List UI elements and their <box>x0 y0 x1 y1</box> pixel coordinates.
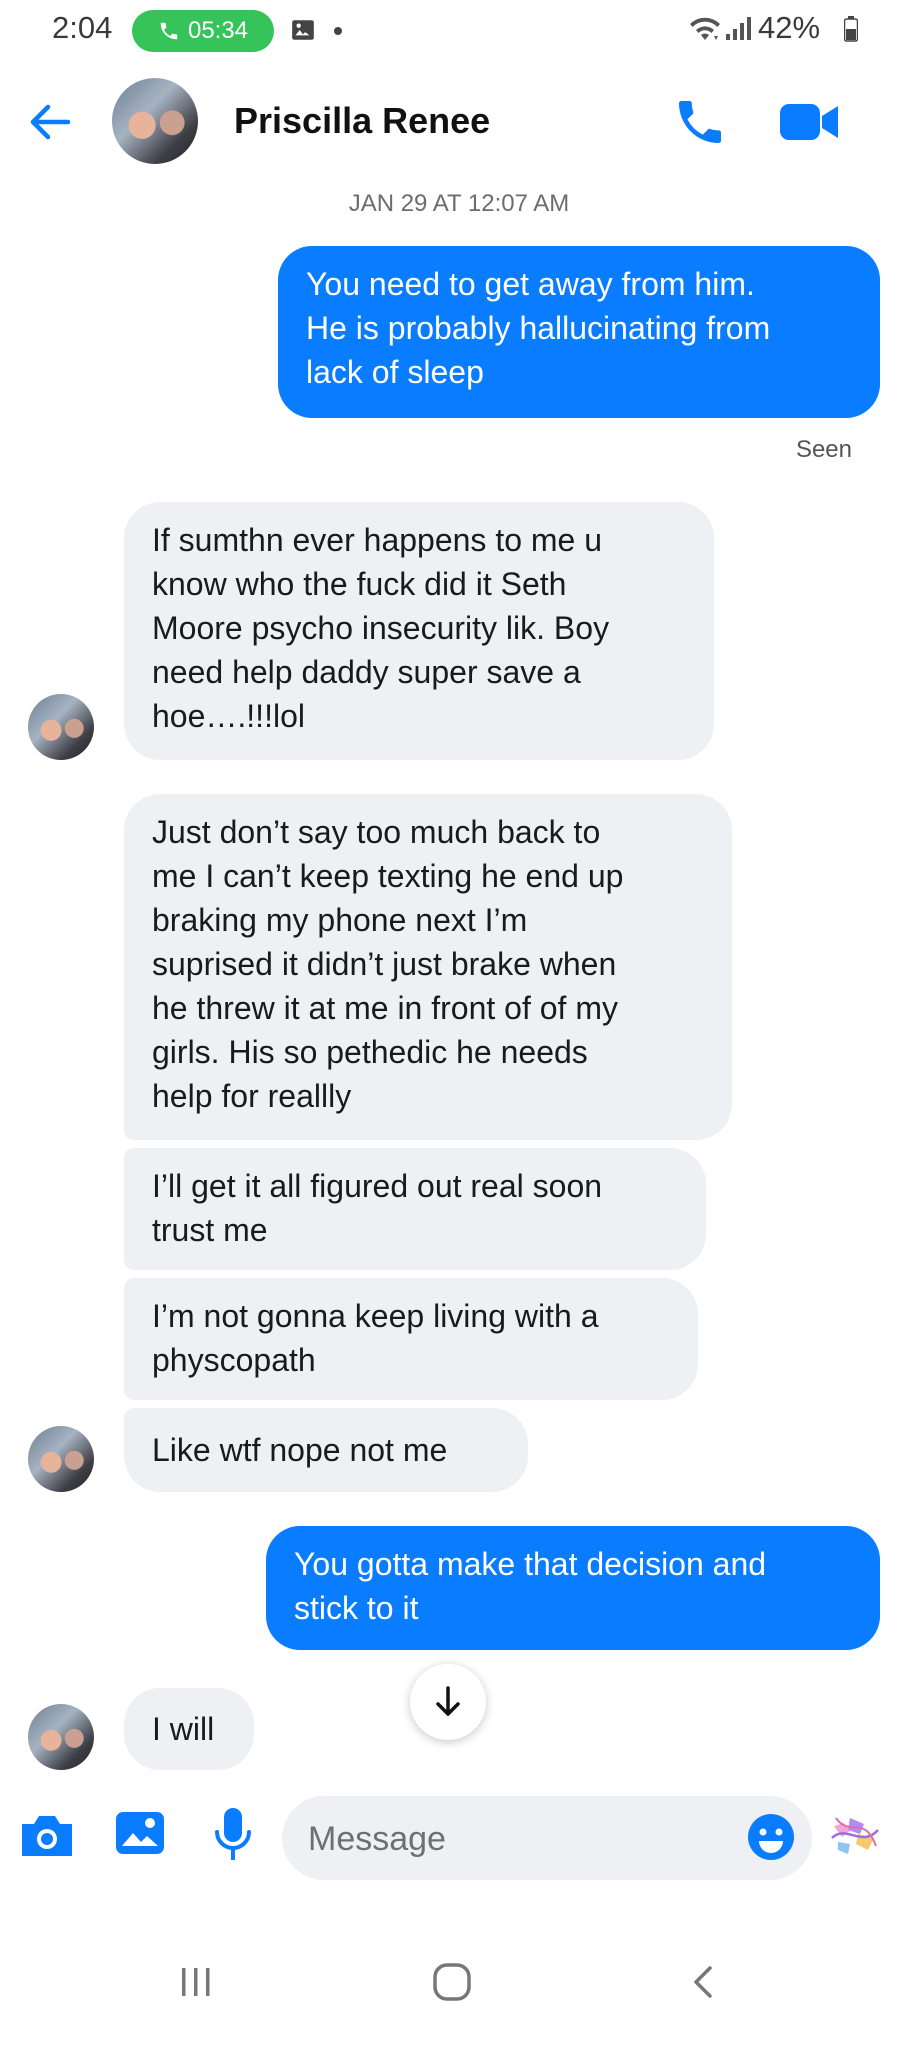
sender-avatar[interactable] <box>28 1426 94 1492</box>
sticker-icon[interactable] <box>828 1808 882 1860</box>
sent-message-bubble[interactable]: You gotta make that decision and stick t… <box>266 1526 880 1650</box>
message-composer[interactable] <box>282 1796 812 1882</box>
nav-back-icon[interactable] <box>688 1962 718 2002</box>
sender-avatar[interactable] <box>28 1704 94 1770</box>
message-input[interactable] <box>306 1796 730 1882</box>
battery-percent: 42% <box>758 10 821 45</box>
arrow-down-icon <box>436 1686 460 1716</box>
scroll-to-bottom-button[interactable] <box>410 1664 486 1740</box>
home-icon[interactable] <box>430 1960 474 2004</box>
sent-message-bubble[interactable]: You need to get away from him. He is pro… <box>278 246 880 418</box>
phone-icon <box>160 22 178 40</box>
image-icon[interactable] <box>114 1808 166 1858</box>
ongoing-call-pill[interactable]: 05:34 <box>132 10 274 52</box>
sender-avatar[interactable] <box>28 694 94 760</box>
emoji-icon[interactable] <box>746 1812 796 1862</box>
status-time: 2:04 <box>52 10 113 45</box>
received-message-bubble[interactable]: Like wtf nope not me <box>124 1408 528 1492</box>
received-message-bubble[interactable]: I’ll get it all figured out real soon tr… <box>124 1148 706 1270</box>
back-arrow-icon[interactable] <box>24 96 76 148</box>
voice-call-icon[interactable] <box>672 94 728 150</box>
notification-dot-icon <box>334 27 342 35</box>
signal-icon <box>726 17 751 40</box>
recent-apps-icon[interactable] <box>176 1962 216 2002</box>
microphone-icon[interactable] <box>212 1806 254 1864</box>
received-message-bubble[interactable]: I’m not gonna keep living with a physcop… <box>124 1278 698 1400</box>
received-message-bubble[interactable]: If sumthn ever happens to me u know who … <box>124 502 714 760</box>
conversation-timestamp: JAN 29 AT 12:07 AM <box>348 190 570 217</box>
camera-icon[interactable] <box>18 1812 76 1860</box>
received-message-bubble[interactable]: Just don’t say too much back to me I can… <box>124 794 732 1140</box>
contact-avatar[interactable] <box>112 78 198 164</box>
contact-name[interactable]: Priscilla Renee <box>234 100 490 142</box>
video-call-icon[interactable] <box>780 100 840 144</box>
call-timer: 05:34 <box>187 17 249 44</box>
received-message-bubble[interactable]: I will <box>124 1688 254 1770</box>
gallery-notification-icon <box>292 20 314 40</box>
battery-icon <box>844 16 858 42</box>
seen-receipt: Seen <box>795 436 852 463</box>
wifi-icon <box>690 17 720 40</box>
